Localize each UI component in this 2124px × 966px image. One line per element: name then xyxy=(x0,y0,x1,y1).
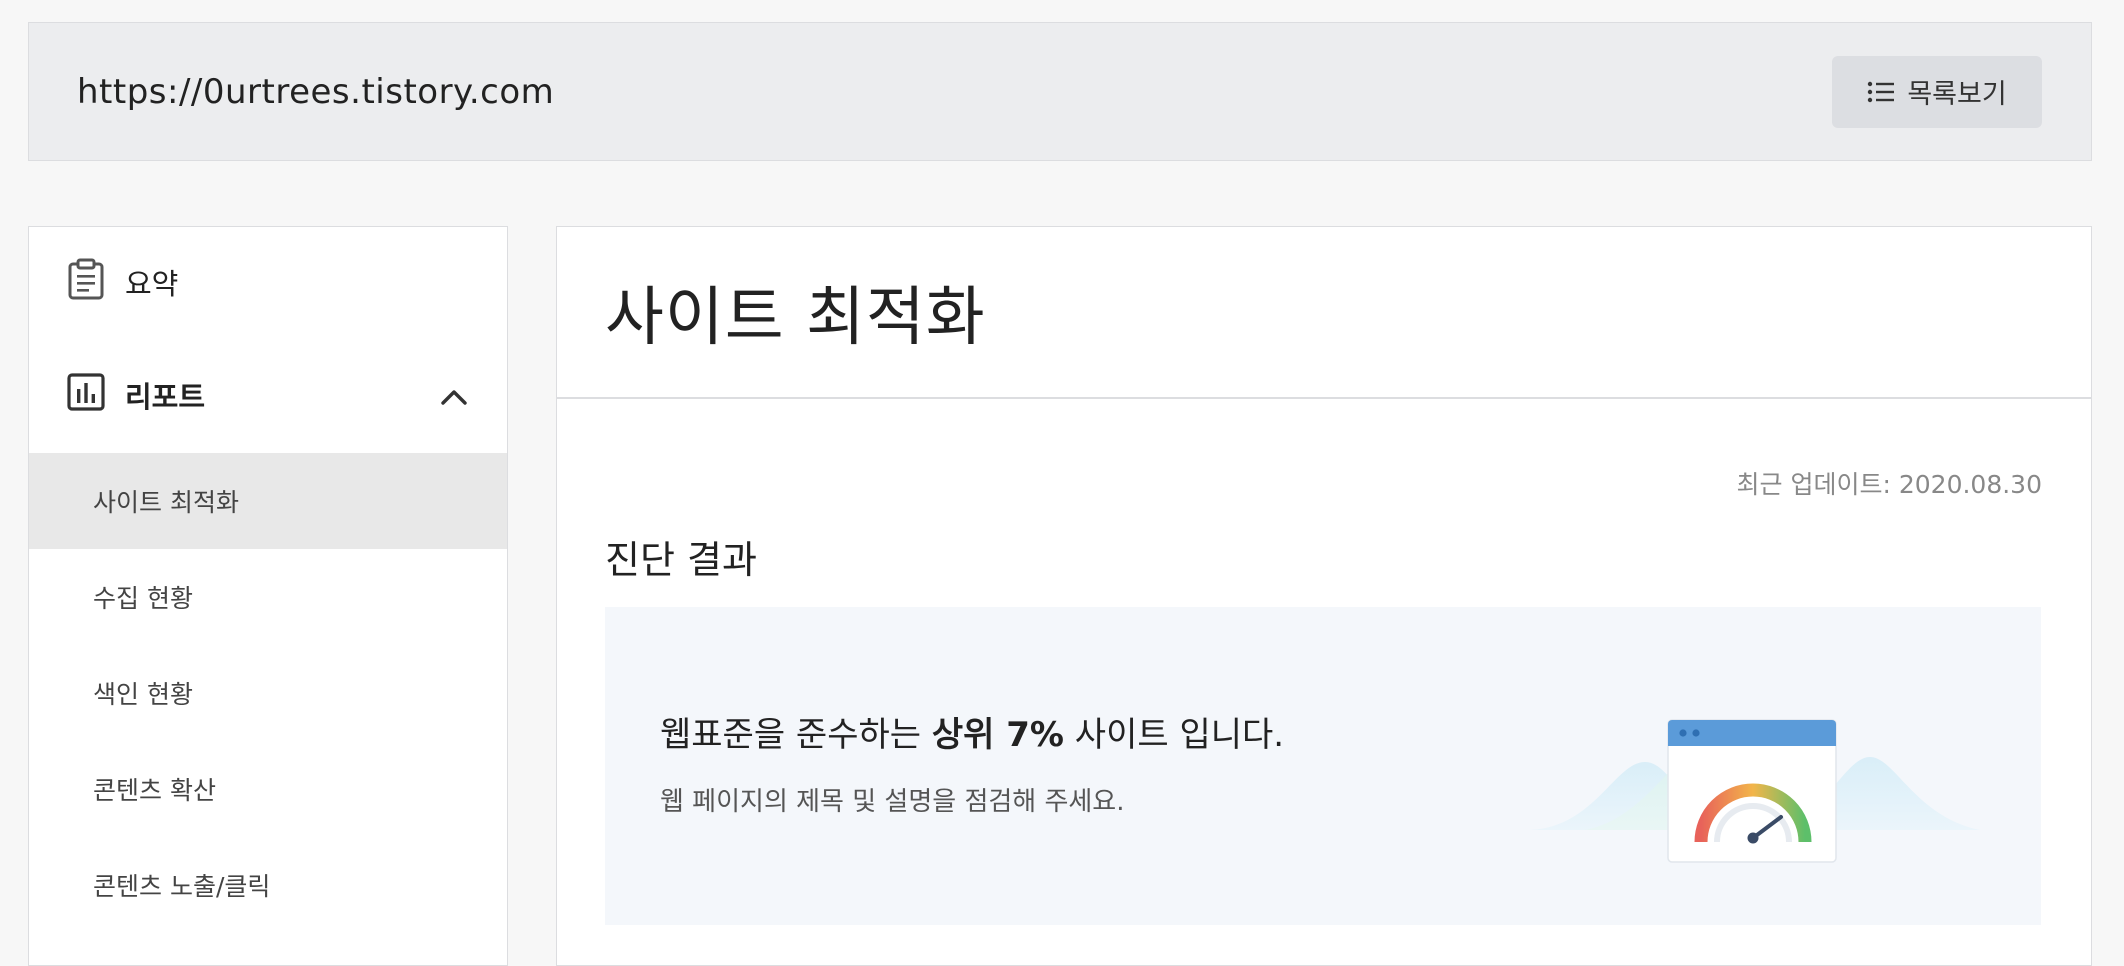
sidebar-item-content-spread[interactable]: 콘텐츠 확산 xyxy=(29,741,507,837)
sidebar-item-index-status[interactable]: 색인 현황 xyxy=(29,645,507,741)
list-view-button[interactable]: 목록보기 xyxy=(1832,55,2042,128)
main-header: 사이트 최적화 xyxy=(557,227,2091,399)
clipboard-icon xyxy=(67,258,105,307)
result-headline-prefix: 웹표준을 준수하는 xyxy=(660,715,932,755)
main-panel: 사이트 최적화 최근 업데이트: 2020.08.30 진단 결과 웹표준을 준… xyxy=(556,226,2092,966)
sidebar-item-content-exposure[interactable]: 콘텐츠 노출/클릭 xyxy=(29,837,507,933)
sidebar-item-label: 콘텐츠 확산 xyxy=(93,776,216,805)
site-url: https://0urtrees.tistory.com xyxy=(77,71,555,112)
result-rank-highlight: 상위 7% xyxy=(931,715,1064,755)
sidebar-item-label: 사이트 최적화 xyxy=(93,488,239,517)
sidebar-item-label: 요약 xyxy=(125,267,179,301)
result-headline-suffix: 사이트 입니다. xyxy=(1063,715,1285,755)
last-updated-text: 최근 업데이트: 2020.08.30 xyxy=(1736,470,2042,499)
sidebar-item-label: 리포트 xyxy=(125,380,206,414)
result-description: 웹 페이지의 제목 및 설명을 점검해 주세요. xyxy=(660,787,1125,817)
list-view-button-label: 목록보기 xyxy=(1907,79,2007,110)
sidebar-item-label: 색인 현황 xyxy=(93,680,193,709)
chevron-up-icon[interactable] xyxy=(441,378,467,412)
section-title: 진단 결과 xyxy=(605,538,757,582)
bar-chart-icon xyxy=(67,372,105,418)
speed-gauge-illustration xyxy=(1525,667,1985,867)
sidebar-item-label: 콘텐츠 노출/클릭 xyxy=(93,872,271,901)
diagnosis-result-card: 웹표준을 준수하는 상위 7% 사이트 입니다. 웹 페이지의 제목 및 설명을… xyxy=(605,607,2041,925)
result-headline: 웹표준을 준수하는 상위 7% 사이트 입니다. xyxy=(660,707,1284,756)
sidebar: 요약 리포트 사이트 최적화 수집 현황 색인 현황 콘텐츠 확산 콘텐츠 노출… xyxy=(28,226,508,966)
sidebar-item-site-optimization[interactable]: 사이트 최적화 xyxy=(29,453,507,549)
page-title: 사이트 최적화 xyxy=(605,281,986,355)
list-icon xyxy=(1867,80,1895,104)
sidebar-item-report[interactable]: 리포트 xyxy=(29,337,507,453)
sidebar-item-label: 수집 현황 xyxy=(93,584,193,613)
sidebar-item-summary[interactable]: 요약 xyxy=(29,227,507,337)
site-header-bar: https://0urtrees.tistory.com 목록보기 xyxy=(28,22,2092,161)
sidebar-item-crawl-status[interactable]: 수집 현황 xyxy=(29,549,507,645)
